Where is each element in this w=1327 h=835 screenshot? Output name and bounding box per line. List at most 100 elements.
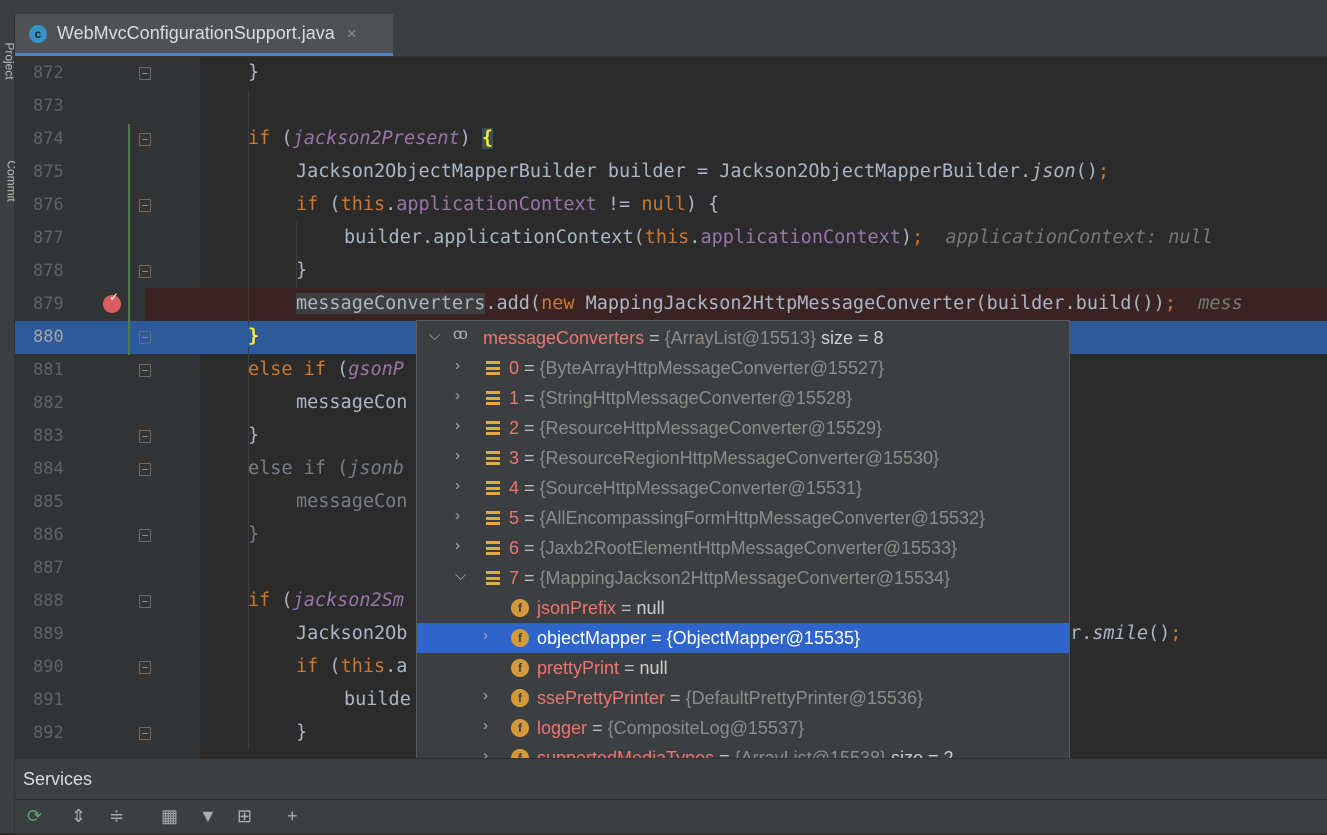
filter-icon[interactable]: ▼ (199, 806, 217, 827)
gutter-line[interactable]: 883 (15, 420, 200, 453)
fold-marker-icon[interactable] (139, 331, 151, 344)
chevron-right-icon[interactable]: › (455, 387, 460, 404)
fold-marker-icon[interactable] (139, 265, 151, 278)
field-icon: f (511, 629, 529, 647)
gutter-line[interactable]: 875 (15, 156, 200, 189)
debug-tree-item[interactable]: › 0 = {ByteArrayHttpMessageConverter@1552… (417, 353, 1069, 383)
gutter-line[interactable]: 872 (15, 57, 200, 90)
gutter-line[interactable]: 888 (15, 585, 200, 618)
chevron-down-icon[interactable]: ⌵ (429, 327, 440, 344)
debug-tree-item[interactable]: › 2 = {ResourceHttpMessageConverter@15529… (417, 413, 1069, 443)
field-icon: f (511, 599, 529, 617)
line-number: 875 (33, 162, 64, 182)
debug-variables-popup[interactable]: ⌵ oo messageConverters = {ArrayList@1551… (416, 320, 1070, 833)
code-line-875: Jackson2ObjectMapperBuilder builder = Ja… (296, 161, 1110, 182)
debug-tree-item[interactable]: › 1 = {StringHttpMessageConverter@15528} (417, 383, 1069, 413)
chevron-right-icon[interactable]: › (483, 627, 488, 644)
gutter-line[interactable]: 874 (15, 123, 200, 156)
line-number: 881 (33, 360, 64, 380)
code-line-889-tail: r.smile(); (1070, 623, 1182, 644)
code-line-889: Jackson2Ob (296, 623, 408, 644)
gutter-line[interactable]: 890 (15, 651, 200, 684)
debug-field-row[interactable]: › f objectMapper = {ObjectMapper@15535} (417, 623, 1069, 653)
refresh-icon[interactable]: ⟳ (27, 806, 42, 827)
fold-marker-icon[interactable] (139, 727, 151, 740)
chevron-down-icon[interactable]: ⌵ (455, 567, 466, 584)
fold-marker-icon[interactable] (139, 529, 151, 542)
gutter-line[interactable]: 879 (15, 288, 200, 321)
chevron-right-icon[interactable]: › (455, 447, 460, 464)
fold-marker-icon[interactable] (139, 463, 151, 476)
services-tool-window: Services ⟳ ⇕ ≑ ▦ ▼ ⊞ + (15, 758, 1327, 834)
line-number: 888 (33, 591, 64, 611)
debug-field-row[interactable]: f prettyPrint = null (417, 653, 1069, 683)
fold-marker-icon[interactable] (139, 430, 151, 443)
debug-field-row[interactable]: › f logger = {CompositeLog@15537} (417, 713, 1069, 743)
line-number: 891 (33, 690, 64, 710)
code-line-872: } (248, 62, 260, 83)
new-tab-icon[interactable]: ⊞ (237, 806, 252, 827)
chevron-right-icon[interactable]: › (455, 477, 460, 494)
gutter-line[interactable]: 876 (15, 189, 200, 222)
code-line-883: } (248, 425, 260, 446)
gutter-line[interactable]: 887 (15, 552, 200, 585)
code-line-888: if (jackson2Sm (248, 590, 404, 611)
line-number: 886 (33, 525, 64, 545)
line-number: 876 (33, 195, 64, 215)
gutter-line[interactable]: 881 (15, 354, 200, 387)
java-class-icon: c (29, 24, 47, 43)
field-icon: f (511, 689, 529, 707)
chevron-right-icon[interactable]: › (483, 717, 488, 734)
debug-field-row[interactable]: f jsonPrefix = null (417, 593, 1069, 623)
code-line-874: if (jackson2Present) { (248, 128, 494, 149)
collapse-all-icon[interactable]: ≑ (109, 806, 124, 827)
debug-tree-item[interactable]: › 5 = {AllEncompassingFormHttpMessageConv… (417, 503, 1069, 533)
gutter-line[interactable]: 877 (15, 222, 200, 255)
field-icon: f (511, 659, 529, 677)
gutter-line[interactable]: 873 (15, 90, 200, 123)
line-number: 877 (33, 228, 64, 248)
close-tab-icon[interactable]: × (347, 24, 357, 44)
fold-marker-icon[interactable] (139, 133, 151, 146)
gutter-line[interactable]: 892 (15, 717, 200, 750)
inline-debug-hint: applicationContext: null (945, 227, 1213, 248)
chevron-right-icon[interactable]: › (455, 507, 460, 524)
gutter-line[interactable]: 878 (15, 255, 200, 288)
code-line-884: else if (jsonb (248, 458, 404, 479)
chevron-right-icon[interactable]: › (455, 417, 460, 434)
debug-tree-item[interactable]: › 3 = {ResourceRegionHttpMessageConverter… (417, 443, 1069, 473)
fold-marker-icon[interactable] (139, 364, 151, 377)
line-number: 890 (33, 657, 64, 677)
breakpoint-icon[interactable] (103, 290, 121, 313)
gutter-line[interactable]: 884 (15, 453, 200, 486)
fold-marker-icon[interactable] (139, 595, 151, 608)
fold-marker-icon[interactable] (139, 661, 151, 674)
debug-tree-item[interactable]: ⌵ 7 = {MappingJackson2HttpMessageConverte… (417, 563, 1069, 593)
add-service-icon[interactable]: + (287, 806, 298, 827)
debug-tree-root[interactable]: ⌵ oo messageConverters = {ArrayList@1551… (417, 323, 1069, 353)
chevron-right-icon[interactable]: › (455, 537, 460, 554)
gutter-line[interactable]: 880 (15, 321, 200, 354)
expand-all-icon[interactable]: ⇕ (71, 806, 86, 827)
debug-field-row[interactable]: › f ssePrettyPrinter = {DefaultPrettyPrint… (417, 683, 1069, 713)
watch-glasses-icon: oo (453, 326, 468, 343)
fold-marker-icon[interactable] (139, 199, 151, 212)
chevron-right-icon[interactable]: › (483, 687, 488, 704)
inline-debug-hint: mess (1198, 293, 1243, 314)
gutter-line[interactable]: 885 (15, 486, 200, 519)
indent-guide (248, 90, 249, 750)
gutter-line[interactable]: 889 (15, 618, 200, 651)
fold-marker-icon[interactable] (139, 67, 151, 80)
code-line-891: builde (344, 689, 411, 710)
services-title: Services (23, 769, 93, 789)
chevron-right-icon[interactable]: › (455, 357, 460, 374)
gutter-line[interactable]: 891 (15, 684, 200, 717)
debug-tree-item[interactable]: › 6 = {Jaxb2RootElementHttpMessageConvert… (417, 533, 1069, 563)
gutter-line[interactable]: 882 (15, 387, 200, 420)
debug-tree-item[interactable]: › 4 = {SourceHttpMessageConverter@15531} (417, 473, 1069, 503)
group-by-icon[interactable]: ▦ (161, 806, 178, 827)
tab-webmvcconfigurationsupport[interactable]: c WebMvcConfigurationSupport.java × (15, 14, 393, 56)
gutter-line[interactable]: 886 (15, 519, 200, 552)
list-element-icon (486, 361, 500, 375)
line-number: 882 (33, 393, 64, 413)
